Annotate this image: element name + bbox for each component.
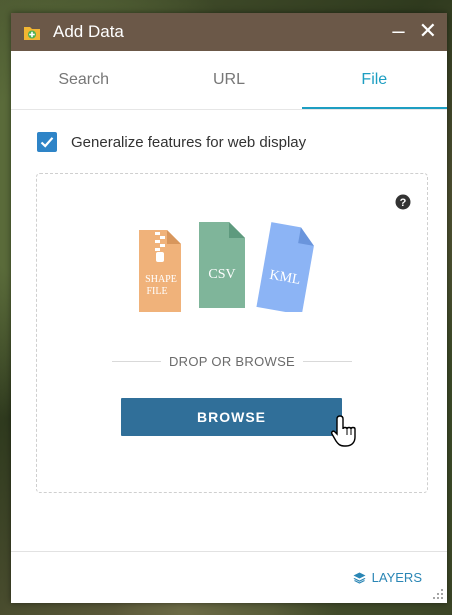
shapefile-label-2: FILE: [146, 286, 167, 297]
layers-link[interactable]: LAYERS: [353, 570, 422, 585]
window-title: Add Data: [53, 22, 124, 41]
hand-cursor-icon: [331, 415, 356, 447]
close-icon[interactable]: ✕: [419, 17, 437, 45]
add-data-app-icon: [23, 24, 41, 41]
layers-icon: [353, 572, 366, 584]
generalize-checkbox[interactable]: [37, 132, 57, 152]
layers-label: LAYERS: [371, 570, 422, 585]
drop-or-browse-divider: DROP OR BROWSE: [112, 354, 352, 369]
generalize-option: Generalize features for web display: [37, 132, 447, 152]
panel-footer: LAYERS: [11, 551, 447, 603]
kml-icon: KML: [256, 222, 314, 312]
resize-grip-icon[interactable]: [432, 588, 444, 600]
file-drop-zone[interactable]: ? SHAPE FILE CSV KML DROP OR BROWSE BROW…: [36, 173, 428, 493]
minimize-icon[interactable]: –: [392, 17, 404, 45]
checkmark-icon: [40, 137, 54, 148]
shapefile-label-1: SHAPE: [145, 274, 177, 285]
tab-url[interactable]: URL: [156, 51, 301, 109]
tab-file[interactable]: File: [301, 51, 447, 109]
csv-label: CSV: [208, 267, 235, 282]
tab-bar: Search URL File: [11, 51, 447, 110]
drop-or-browse-text: DROP OR BROWSE: [168, 354, 296, 369]
file-type-icons: SHAPE FILE CSV KML: [139, 222, 314, 312]
help-icon[interactable]: ?: [395, 194, 411, 210]
shapefile-icon: SHAPE FILE: [139, 230, 181, 312]
generalize-label: Generalize features for web display: [71, 133, 307, 151]
csv-icon: CSV: [199, 222, 245, 308]
svg-text:?: ?: [400, 197, 407, 209]
browse-button[interactable]: BROWSE: [121, 398, 342, 436]
title-bar[interactable]: Add Data – ✕: [11, 13, 447, 51]
tab-search[interactable]: Search: [11, 51, 156, 109]
add-data-panel: Add Data – ✕ Search URL File Generalize …: [11, 13, 447, 603]
